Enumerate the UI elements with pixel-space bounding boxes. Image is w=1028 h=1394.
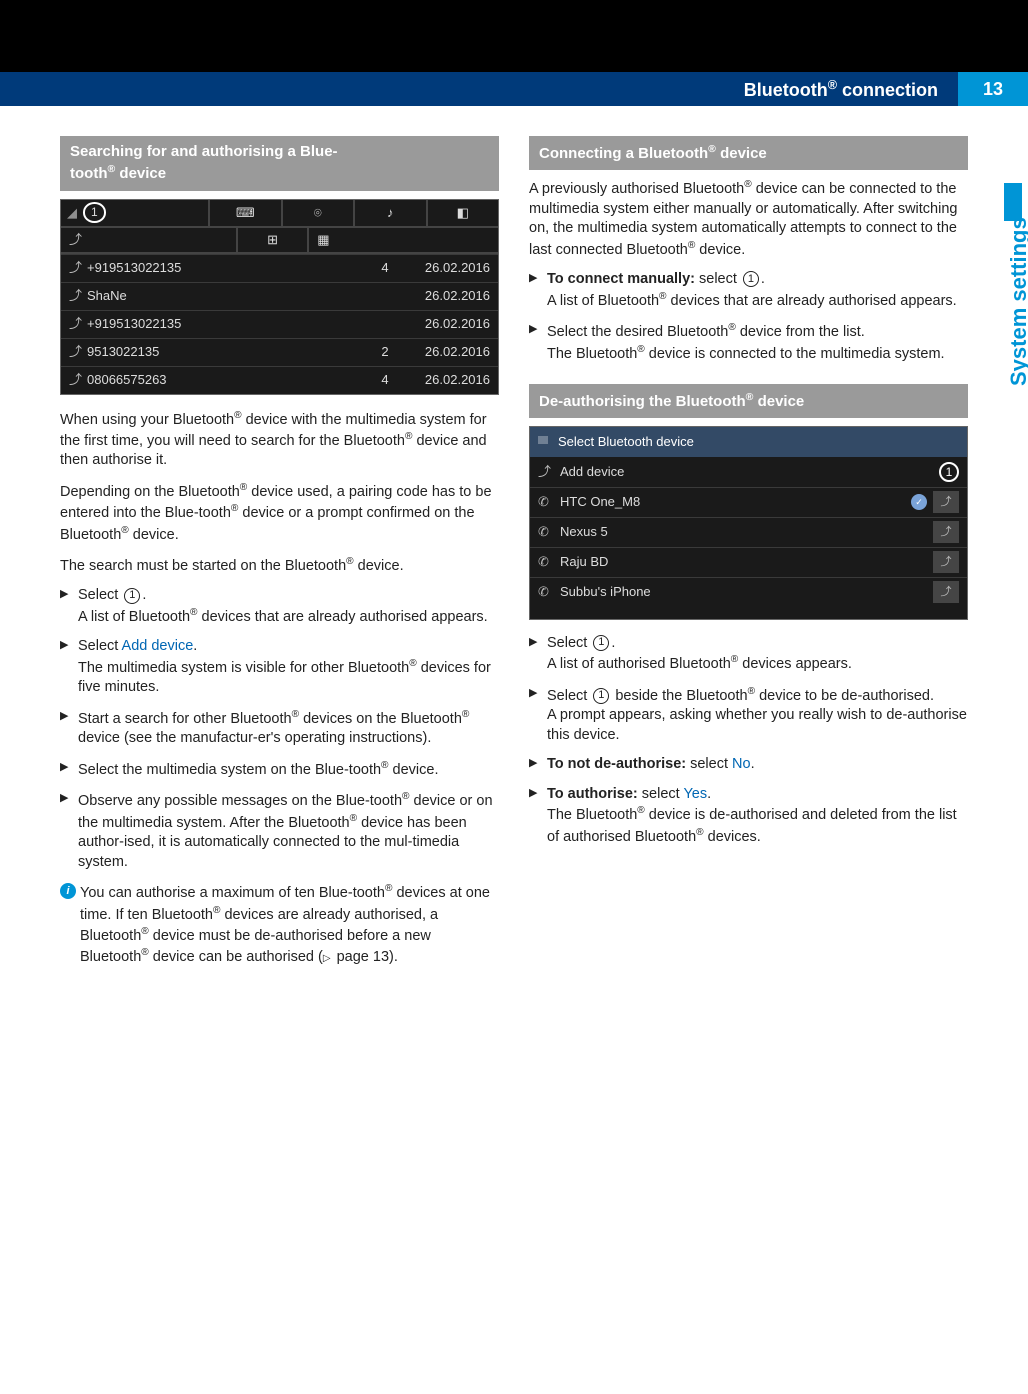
grid-icon: ▦ — [317, 231, 329, 249]
step-item: To connect manually: select 1. A list of… — [529, 270, 968, 311]
info-note: i You can authorise a maximum of ten Blu… — [60, 882, 499, 968]
bluetooth-end-icon: ⤴ — [933, 491, 959, 513]
bluetooth-end-icon: ⤴ — [933, 551, 959, 573]
select-device-screenshot: Select Bluetooth device ⤴ Add device 1 ✆… — [529, 426, 968, 620]
step-item: Select 1. A list of Bluetooth® devices t… — [60, 586, 499, 627]
step-item: Select the multimedia system on the Blue… — [60, 759, 499, 780]
camera-icon: ⌾ — [314, 204, 322, 222]
music-icon: ♪ — [387, 204, 394, 222]
header-bar: Bluetooth® connection 13 — [0, 72, 1028, 106]
call-row: ⤴08066575263426.02.2016 — [61, 366, 498, 394]
step-item: Select Add device. The multimedia system… — [60, 637, 499, 698]
no-link: No — [732, 756, 751, 772]
step-item: Select 1. A list of authorised Bluetooth… — [529, 634, 968, 675]
right-column: System settings Connecting a Bluetooth® … — [529, 136, 968, 968]
body-text: Depending on the Bluetooth® device used,… — [60, 481, 499, 545]
device-row: ✆ Nexus 5 ⤴ — [530, 517, 967, 547]
phone-icon: ✆ — [538, 583, 550, 601]
bluetooth-icon: ⤴ — [538, 463, 550, 481]
circled-1: 1 — [124, 588, 140, 604]
keyboard-icon: ⌨ — [236, 204, 255, 222]
top-black-bar — [0, 0, 1028, 72]
body-text: A previously authorised Bluetooth® devic… — [529, 178, 968, 260]
yes-link: Yes — [683, 786, 707, 802]
select-title: Select Bluetooth device — [530, 427, 967, 457]
circled-1: 1 — [593, 688, 609, 704]
triangle-icon: ▷ — [323, 952, 331, 966]
phone-icon: ✆ — [538, 553, 550, 571]
side-tab: System settings — [986, 186, 1016, 396]
step-item: To not de-authorise: select No. — [529, 755, 968, 775]
step-item: Select 1 beside the Bluetooth® device to… — [529, 685, 968, 746]
section-heading-connect: Connecting a Bluetooth® device — [529, 136, 968, 170]
device-row: ✆ Raju BD ⤴ — [530, 547, 967, 577]
step-item: Start a search for other Bluetooth® devi… — [60, 708, 499, 749]
circled-1: 1 — [743, 271, 759, 287]
section-heading-search: Searching for and authorising a Blue- to… — [60, 136, 499, 191]
call-row: ⤴+919513022135426.02.2016 — [61, 254, 498, 282]
step-item: To authorise: select Yes. The Bluetooth®… — [529, 785, 968, 847]
info-icon: i — [60, 883, 76, 899]
add-device-link: Add device — [122, 638, 194, 654]
device-row: ✆ Subbu's iPhone ⤴ — [530, 577, 967, 607]
body-text: The search must be started on the Blueto… — [60, 555, 499, 576]
coffee-icon: ◧ — [457, 204, 469, 222]
phone-icon: ✆ — [538, 493, 550, 511]
call-row: ⤴9513022135226.02.2016 — [61, 338, 498, 366]
device-screenshot-list: ◢ 1 ⌨ ⌾ ♪ ◧ ⤴ ⊞ ▦ ⤴+919513022135426.02.2… — [60, 199, 499, 395]
call-row: ⤴+91951302213526.02.2016 — [61, 310, 498, 338]
page-number: 13 — [958, 72, 1028, 106]
circled-1: 1 — [593, 635, 609, 651]
header-title: Bluetooth® connection — [744, 78, 958, 101]
signal-icon: ◢ — [67, 204, 77, 222]
device-row: ✆ HTC One_M8 ✓ ⤴ — [530, 487, 967, 517]
section-heading-deauth: De-authorising the Bluetooth® device — [529, 384, 968, 418]
device-row-add: ⤴ Add device 1 — [530, 457, 967, 487]
keypad-icon: ⊞ — [267, 231, 278, 249]
circled-1-white: 1 — [939, 462, 959, 482]
call-row: ⤴ShaNe26.02.2016 — [61, 282, 498, 310]
phone-icon: ✆ — [538, 523, 550, 541]
side-tab-label: System settings — [1004, 217, 1028, 386]
circled-1-screenshot: 1 — [83, 202, 106, 222]
check-badge: ✓ — [911, 494, 927, 510]
bluetooth-end-icon: ⤴ — [933, 521, 959, 543]
bluetooth-icon: ⤴ — [69, 231, 81, 249]
step-item: Observe any possible messages on the Blu… — [60, 790, 499, 872]
step-item: Select the desired Bluetooth® device fro… — [529, 321, 968, 364]
bluetooth-end-icon: ⤴ — [933, 581, 959, 603]
left-column: Searching for and authorising a Blue- to… — [60, 136, 499, 968]
body-text: When using your Bluetooth® device with t… — [60, 409, 499, 471]
